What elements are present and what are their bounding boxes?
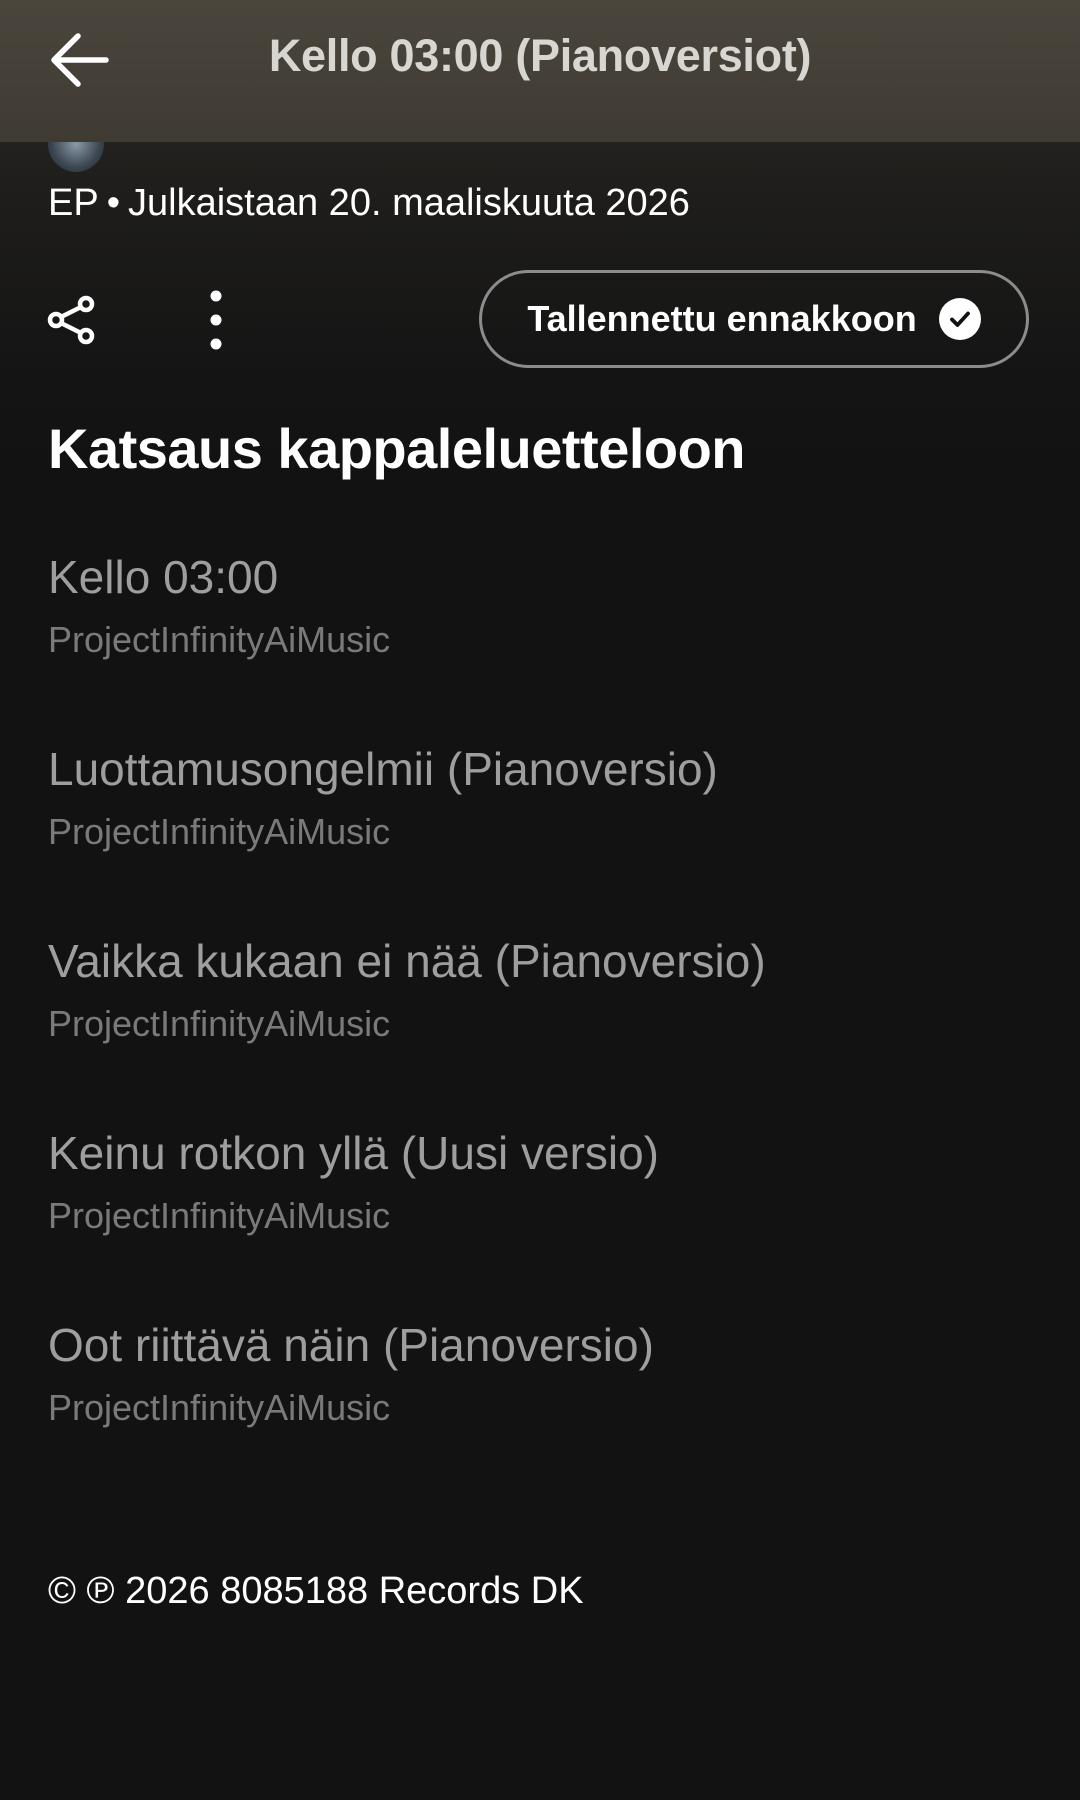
meta-separator: • [106,182,121,224]
page-title: Kello 03:00 (Pianoversiot) [268,30,812,81]
top-bar: Kello 03:00 (Pianoversiot) [0,0,1080,142]
track-artist: ProjectInfinityAiMusic [48,811,391,852]
list-item[interactable]: Vaikka kukaan ei nää (Pianoversio) Proje… [48,928,1038,1120]
release-date: Julkaistaan 20. maaliskuuta 2026 [128,182,690,224]
share-icon [47,295,95,345]
more-vertical-icon [210,290,222,350]
track-artist: ProjectInfinityAiMusic [48,619,391,660]
back-button[interactable] [40,24,120,96]
track-title: Keinu rotkon yllä (Uusi versio) [48,1127,660,1179]
release-meta: EP • Julkaistaan 20. maaliskuuta 2026 [48,182,690,225]
track-title: Oot riittävä näin (Pianoversio) [48,1319,654,1371]
more-options-button[interactable] [196,284,236,356]
track-title: Vaikka kukaan ei nää (Pianoversio) [48,935,766,987]
presave-label: Tallennettu ennakkoon [527,298,917,339]
presave-button[interactable]: Tallennettu ennakkoon [479,270,1029,368]
copyright-text: © ℗ 2026 8085188 Records DK [48,1570,584,1612]
arrow-left-icon [51,33,109,87]
track-title: Luottamusongelmii (Pianoversio) [48,743,718,795]
album-page: Kello 03:00 (Pianoversiot) EP • Julkaistaa… [0,0,1080,1800]
track-artist: ProjectInfinityAiMusic [48,1387,391,1428]
track-artist: ProjectInfinityAiMusic [48,1003,391,1044]
track-artist: ProjectInfinityAiMusic [48,1195,391,1236]
list-item[interactable]: Keinu rotkon yllä (Uusi versio) ProjectI… [48,1120,1038,1312]
tracklist: Kello 03:00 ProjectInfinityAiMusic Luott… [48,544,1038,1504]
release-type: EP [48,182,99,224]
list-item[interactable]: Oot riittävä näin (Pianoversio) ProjectI… [48,1312,1038,1504]
track-title: Kello 03:00 [48,551,279,603]
tracklist-heading: Katsaus kappaleluetteloon [48,417,746,480]
share-button[interactable] [44,290,100,350]
check-circle-icon [938,298,981,340]
list-item[interactable]: Kello 03:00 ProjectInfinityAiMusic [48,544,1038,736]
list-item[interactable]: Luottamusongelmii (Pianoversio) ProjectI… [48,736,1038,928]
